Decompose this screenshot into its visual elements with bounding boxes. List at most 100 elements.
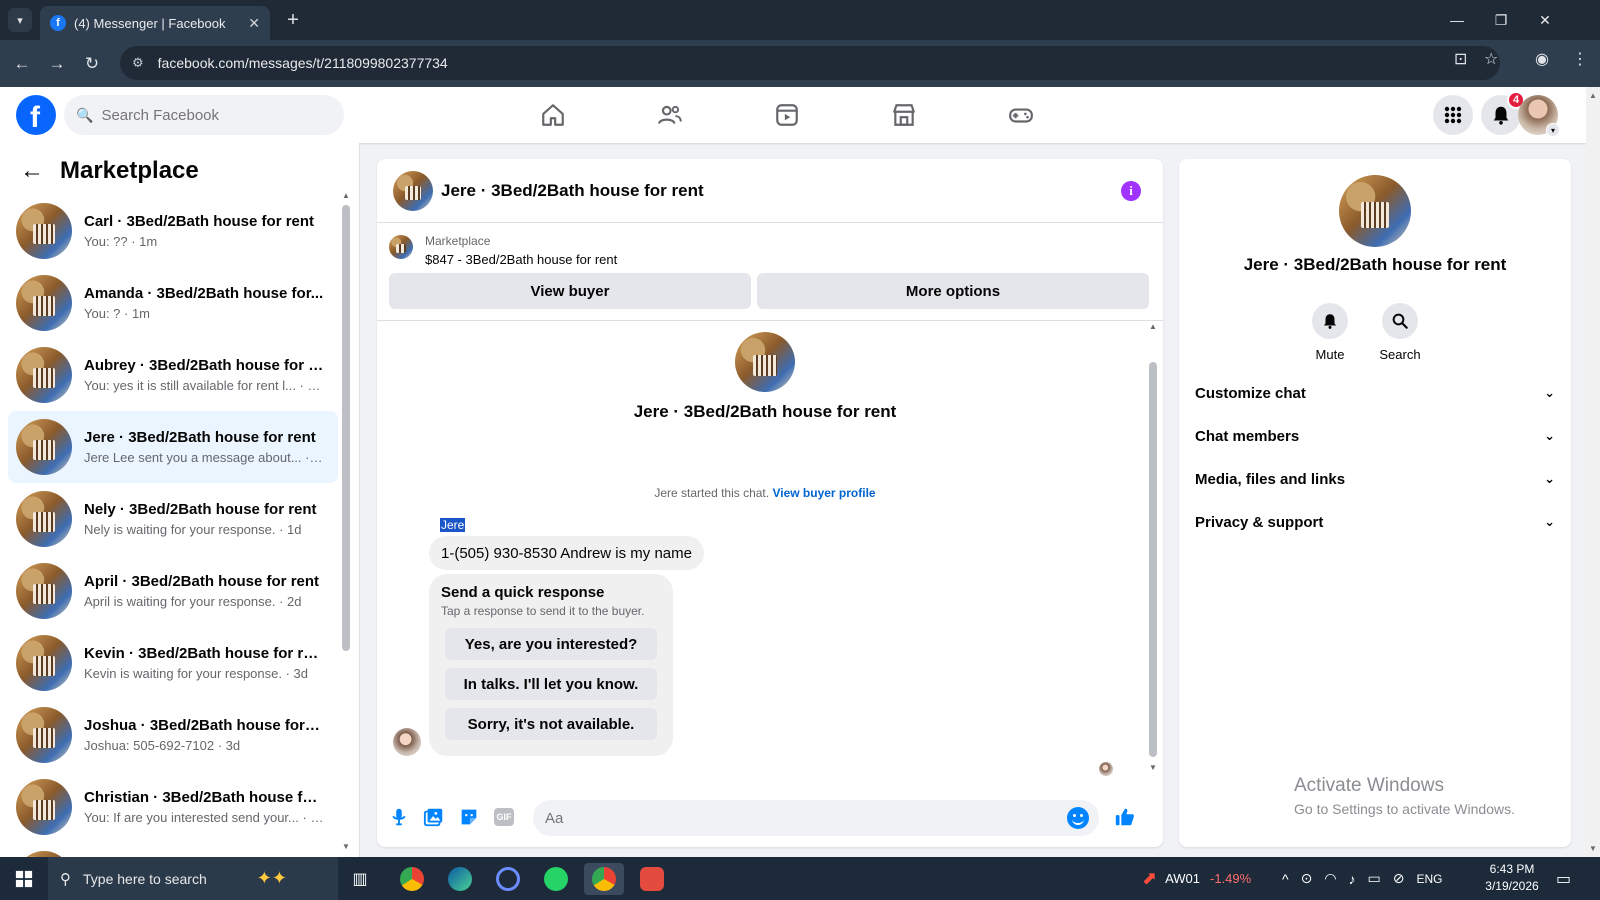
conversation-item[interactable]: Carl · 3Bed/2Bath house for rent You: ?? … [8, 195, 338, 267]
scroll-down-arrow-icon[interactable]: ▼ [342, 842, 350, 851]
nav-home[interactable] [498, 87, 608, 143]
restore-icon[interactable]: ❐ [1486, 8, 1516, 32]
attach-media-button[interactable] [420, 803, 448, 831]
notification-center-icon[interactable]: ▭ [1556, 857, 1571, 900]
browser-tab-messenger[interactable]: f (4) Messenger | Facebook ✕ [40, 6, 270, 40]
taskbar-clock[interactable]: 6:43 PM 3/19/2026 [1472, 861, 1552, 895]
conversation-item[interactable]: Jere · 3Bed/2Bath house for rent Jere Lee… [8, 411, 338, 483]
conversation-item[interactable]: Nely · 3Bed/2Bath house for rent Nely is … [8, 483, 338, 555]
sidebar-scroll-thumb[interactable] [342, 205, 350, 651]
conversation-item[interactable]: Joshua · 3Bed/2Bath house for r... Joshua… [8, 699, 338, 771]
quick-reply-in-talks[interactable]: In talks. I'll let you know. [445, 668, 657, 700]
quick-reply-interested[interactable]: Yes, are you interested? [445, 628, 657, 660]
section-privacy-support[interactable]: Privacy & support ⌄ [1195, 502, 1555, 542]
search-conversation-button[interactable]: Search [1370, 303, 1430, 362]
listing-thumbnail[interactable] [389, 235, 413, 259]
start-button[interactable] [0, 857, 48, 900]
notifications-button[interactable]: 4 [1481, 91, 1525, 135]
conversation-item[interactable]: Christian · 3Bed/2Bath house for... You: … [8, 771, 338, 843]
message-input-box[interactable] [533, 800, 1099, 836]
like-button[interactable] [1111, 803, 1139, 831]
minimize-icon[interactable]: — [1442, 8, 1472, 32]
install-app-icon[interactable]: ⊡ [1454, 49, 1467, 69]
sticker-button[interactable] [455, 803, 483, 831]
conversation-item[interactable]: Aubrey · 3Bed/2Bath house for r... You: y… [8, 339, 338, 411]
new-tab-button[interactable]: + [282, 9, 304, 31]
address-bar[interactable]: ⚙ facebook.com/messages/t/21180998023777… [120, 46, 1500, 80]
chevron-up-icon[interactable]: ^ [1282, 871, 1289, 887]
view-buyer-profile-link[interactable]: View buyer profile [772, 486, 875, 500]
conversation-item[interactable]: Sandra · 3Bed/2Bath house for rent [8, 843, 338, 857]
scroll-down-arrow-icon[interactable]: ▼ [1589, 844, 1597, 853]
task-view-button[interactable]: ▥ [340, 863, 380, 895]
facebook-search-input[interactable] [101, 106, 322, 124]
bookmark-star-icon[interactable]: ☆ [1484, 49, 1498, 69]
section-label: Customize chat [1195, 384, 1306, 402]
facebook-search-box[interactable]: 🔍 [64, 95, 344, 135]
emoji-icon[interactable] [1067, 807, 1089, 829]
conversation-item[interactable]: April · 3Bed/2Bath house for rent April i… [8, 555, 338, 627]
forward-arrow-icon[interactable]: → [45, 52, 69, 76]
scroll-up-arrow-icon[interactable]: ▲ [342, 191, 350, 200]
profile-icon[interactable]: ◉ [1535, 49, 1549, 69]
network-icon[interactable]: ◠ [1324, 870, 1336, 887]
wifi-off-icon[interactable]: ⊘ [1393, 870, 1405, 887]
stock-widget[interactable]: ⬈ AW01 -1.49% [1142, 857, 1251, 900]
section-customize-chat[interactable]: Customize chat ⌄ [1195, 373, 1555, 413]
nav-marketplace[interactable] [849, 87, 959, 143]
chat-avatar[interactable] [393, 170, 433, 211]
view-buyer-button[interactable]: View buyer [389, 273, 751, 309]
account-avatar[interactable]: ▾ [1518, 95, 1560, 137]
quick-reply-not-available[interactable]: Sorry, it's not available. [445, 708, 657, 740]
conversation-item[interactable]: Amanda · 3Bed/2Bath house for... You: ? ·… [8, 267, 338, 339]
site-info-icon[interactable]: ⚙ [132, 55, 144, 71]
window-close-icon[interactable]: ✕ [1530, 8, 1560, 32]
gif-button[interactable]: GIF [490, 803, 518, 831]
chat-title[interactable]: Jere · 3Bed/2Bath house for rent [441, 181, 704, 201]
taskbar-edge[interactable] [440, 863, 480, 895]
nav-video[interactable] [732, 87, 842, 143]
back-arrow-icon[interactable]: ← [10, 52, 34, 76]
info-profile-avatar[interactable] [1339, 175, 1411, 247]
battery-icon[interactable]: ▭ [1368, 870, 1381, 887]
info-icon[interactable]: i [1121, 181, 1141, 201]
taskbar-wps[interactable] [632, 863, 672, 895]
taskbar-whatsapp[interactable] [536, 863, 576, 895]
thread-profile-avatar[interactable] [735, 332, 795, 392]
volume-icon[interactable]: ♪ [1349, 871, 1356, 887]
chrome-profile-icon [592, 867, 616, 891]
browser-menu-icon[interactable]: ⋮ [1572, 49, 1588, 69]
section-chat-members[interactable]: Chat members ⌄ [1195, 416, 1555, 456]
mute-circle[interactable] [1312, 303, 1348, 339]
sidebar-scrollbar[interactable]: ▲ ▼ [342, 191, 350, 851]
reload-icon[interactable]: ↻ [80, 52, 104, 76]
menu-grid-button[interactable] [1433, 95, 1473, 135]
voice-clip-button[interactable] [385, 803, 413, 831]
listing-price-title[interactable]: $847 - 3Bed/2Bath house for rent [425, 252, 617, 267]
back-arrow-icon[interactable]: ← [20, 157, 44, 185]
device-icon[interactable]: ⊙ [1301, 870, 1313, 887]
scroll-up-arrow-icon[interactable]: ▲ [1589, 91, 1597, 100]
page-scrollbar[interactable]: ▲ ▼ [1586, 87, 1600, 857]
tab-search-dropdown-icon[interactable]: ▾ [8, 8, 32, 32]
taskbar-app-circle[interactable] [488, 863, 528, 895]
language-indicator[interactable]: ENG [1417, 872, 1443, 886]
message-bubble[interactable]: 1-(505) 930-8530 Andrew is my name [429, 536, 704, 570]
nav-gaming[interactable] [966, 87, 1076, 143]
taskbar-search[interactable]: ⚲ Type here to search ✦✦ [48, 857, 338, 900]
mute-button[interactable]: Mute [1300, 303, 1360, 362]
more-options-button[interactable]: More options [757, 273, 1149, 309]
scroll-down-arrow-icon[interactable]: ▼ [1149, 763, 1157, 772]
scroll-up-arrow-icon[interactable]: ▲ [1149, 322, 1157, 331]
chat-scroll-thumb[interactable] [1149, 362, 1157, 757]
section-media-files-links[interactable]: Media, files and links ⌄ [1195, 459, 1555, 499]
message-input[interactable] [545, 809, 1045, 827]
facebook-logo-icon[interactable]: f [16, 95, 56, 135]
tab-close-icon[interactable]: ✕ [248, 15, 260, 32]
search-circle[interactable] [1382, 303, 1418, 339]
chat-scrollbar[interactable]: ▲ ▼ [1148, 322, 1158, 772]
nav-friends[interactable] [615, 87, 725, 143]
taskbar-chrome[interactable] [392, 863, 432, 895]
taskbar-chrome-profile[interactable] [584, 863, 624, 895]
conversation-item[interactable]: Kevin · 3Bed/2Bath house for rent Kevin i… [8, 627, 338, 699]
